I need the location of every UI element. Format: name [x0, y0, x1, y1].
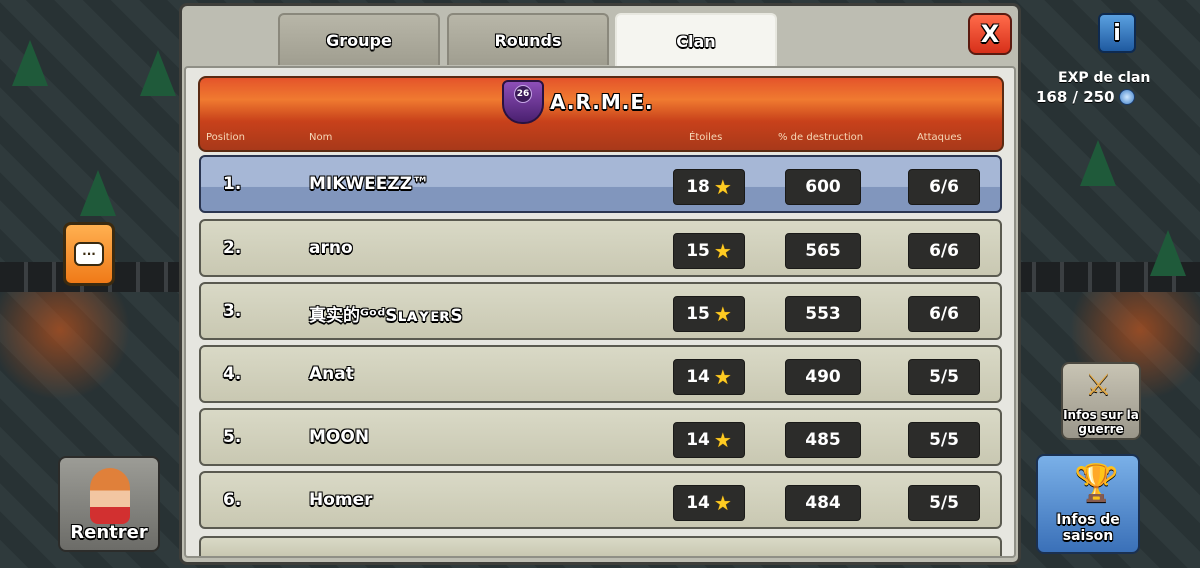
star-icon: ★	[713, 365, 732, 389]
player-row[interactable]: 2. arno 15 ★ 565 6/6	[199, 219, 1002, 277]
destruction-box: 484	[785, 485, 861, 521]
close-button[interactable]: X	[968, 13, 1012, 55]
column-header-destruction: % de destruction	[778, 132, 864, 143]
attacks-box: 6/6	[908, 169, 980, 205]
xp-icon	[1118, 89, 1135, 105]
destruction-box: 565	[785, 233, 861, 269]
player-row[interactable]: 4. Anat 14 ★ 490 5/5	[199, 345, 1002, 403]
tab-label: Rounds	[494, 30, 562, 50]
attacks-box: 6/6	[908, 296, 980, 332]
close-icon: X	[980, 20, 1000, 48]
player-row-partial[interactable]	[199, 536, 1002, 556]
clan-exp-label: EXP de clan	[1058, 70, 1151, 86]
tab-label: Clan	[676, 31, 716, 51]
player-row[interactable]: 6. Homer 14 ★ 484 5/5	[199, 471, 1002, 529]
player-position: 5.	[223, 427, 242, 447]
player-position: 2.	[223, 238, 242, 258]
attacks-box: 5/5	[908, 485, 980, 521]
destruction-value: 484	[805, 493, 841, 513]
player-row[interactable]: 5. MOON 14 ★ 485 5/5	[199, 408, 1002, 466]
stars-box: 14 ★	[673, 422, 745, 458]
home-button[interactable]: Rentrer	[58, 456, 160, 552]
villager-icon	[90, 468, 130, 524]
clan-badge-icon: 26	[502, 80, 544, 124]
attacks-value: 6/6	[929, 241, 959, 261]
star-icon: ★	[713, 491, 732, 515]
background-tree	[80, 170, 116, 216]
tab-groupe[interactable]: Groupe	[278, 13, 440, 65]
attacks-box: 6/6	[908, 233, 980, 269]
destruction-value: 600	[805, 177, 841, 197]
attacks-box: 5/5	[908, 422, 980, 458]
background-tree	[1080, 140, 1116, 186]
player-position: 3.	[223, 301, 242, 321]
home-label: Rentrer	[70, 522, 148, 543]
crossed-swords-icon: ⚔	[1085, 368, 1112, 403]
season-info-label: Infos de saison	[1056, 512, 1120, 544]
clan-exp-value: 168 / 250	[1036, 88, 1115, 106]
war-info-label: Infos sur la guerre	[1063, 408, 1139, 436]
column-header-position: Position	[206, 132, 245, 143]
stars-box: 15 ★	[673, 233, 745, 269]
destruction-box: 600	[785, 169, 861, 205]
background-tree	[12, 40, 48, 86]
column-header-name: Nom	[309, 132, 333, 143]
stars-value: 14	[686, 367, 710, 387]
star-icon: ★	[713, 239, 732, 263]
player-name: MIKWEEZZ™	[309, 174, 430, 194]
player-name: MOON	[309, 427, 370, 447]
column-header-attacks: Attaques	[917, 132, 962, 143]
player-name: Anat	[309, 364, 354, 384]
player-row[interactable]: 3. 真实的ᴳᵒᵈSʟᴀʏᴇʀS 15 ★ 553 6/6	[199, 282, 1002, 340]
star-icon: ★	[713, 428, 732, 452]
chat-button[interactable]: ···	[63, 222, 115, 286]
destruction-box: 553	[785, 296, 861, 332]
stars-value: 15	[686, 241, 710, 261]
attacks-value: 6/6	[929, 304, 959, 324]
stars-value: 15	[686, 304, 710, 324]
destruction-box: 490	[785, 359, 861, 395]
star-icon: ★	[713, 175, 732, 199]
player-position: 1.	[223, 174, 242, 194]
star-icon: ★	[713, 302, 732, 326]
trophy-icon: 🏆	[1074, 463, 1119, 504]
stars-box: 14 ★	[673, 485, 745, 521]
info-button[interactable]: i	[1098, 13, 1136, 53]
player-name: arno	[309, 238, 353, 258]
stars-box: 15 ★	[673, 296, 745, 332]
background-tree	[140, 50, 176, 96]
attacks-box: 5/5	[908, 359, 980, 395]
clan-level: 26	[514, 85, 532, 103]
column-header-stars: Étoiles	[689, 132, 723, 143]
background-tree	[1150, 230, 1186, 276]
info-icon: i	[1113, 20, 1121, 46]
destruction-value: 485	[805, 430, 841, 450]
chat-icon: ···	[74, 242, 104, 266]
clan-name: A.R.M.E.	[550, 90, 654, 114]
player-name: Homer	[309, 490, 373, 510]
destruction-box: 485	[785, 422, 861, 458]
attacks-value: 5/5	[929, 367, 959, 387]
destruction-value: 565	[805, 241, 841, 261]
destruction-value: 553	[805, 304, 841, 324]
player-position: 6.	[223, 490, 242, 510]
tab-clan[interactable]: Clan	[615, 13, 777, 67]
war-info-button[interactable]: ⚔ Infos sur la guerre	[1061, 362, 1141, 440]
player-name: 真实的ᴳᵒᵈSʟᴀʏᴇʀS	[309, 306, 463, 326]
stars-value: 14	[686, 430, 710, 450]
season-info-button[interactable]: 🏆 Infos de saison	[1036, 454, 1140, 554]
player-row[interactable]: 1. MIKWEEZZ™ 18 ★ 600 6/6	[199, 155, 1002, 213]
stars-box: 14 ★	[673, 359, 745, 395]
player-position: 4.	[223, 364, 242, 384]
tab-rounds[interactable]: Rounds	[447, 13, 609, 65]
destruction-value: 490	[805, 367, 841, 387]
stars-value: 14	[686, 493, 710, 513]
stars-value: 18	[686, 177, 710, 197]
attacks-value: 6/6	[929, 177, 959, 197]
clan-exp: 168 / 250	[1036, 88, 1135, 106]
attacks-value: 5/5	[929, 493, 959, 513]
stars-box: 18 ★	[673, 169, 745, 205]
tab-label: Groupe	[326, 30, 392, 50]
attacks-value: 5/5	[929, 430, 959, 450]
